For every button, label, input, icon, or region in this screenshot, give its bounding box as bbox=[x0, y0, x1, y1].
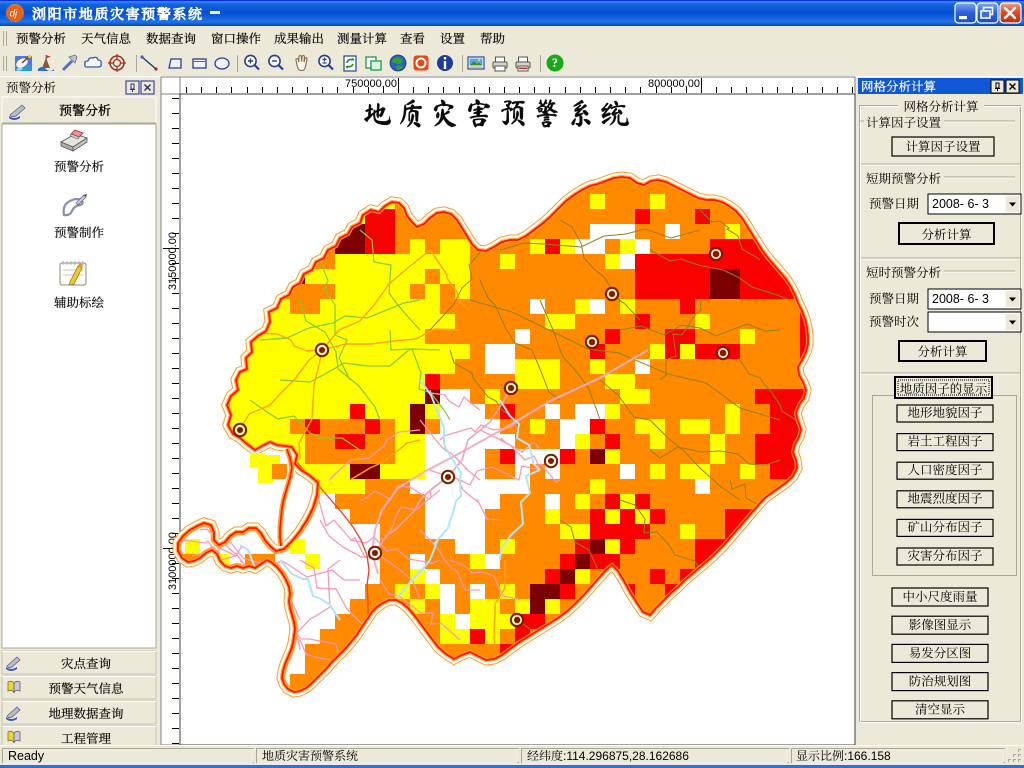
svg-text::114.296875,28.162686: :114.296875,28.162686 bbox=[563, 749, 689, 763]
svg-text:800000.00: 800000.00 bbox=[648, 78, 700, 90]
svg-text::166.158: :166.158 bbox=[844, 749, 891, 763]
svg-text:3150000.00: 3150000.00 bbox=[167, 232, 179, 290]
svg-text:?: ? bbox=[552, 56, 558, 70]
svg-text:750000.00: 750000.00 bbox=[345, 78, 397, 90]
svg-text:Ready: Ready bbox=[8, 749, 45, 763]
svg-text:dj: dj bbox=[10, 9, 19, 20]
svg-text:2008- 6- 3: 2008- 6- 3 bbox=[932, 292, 989, 306]
svg-text:2008- 6- 3: 2008- 6- 3 bbox=[932, 197, 989, 211]
